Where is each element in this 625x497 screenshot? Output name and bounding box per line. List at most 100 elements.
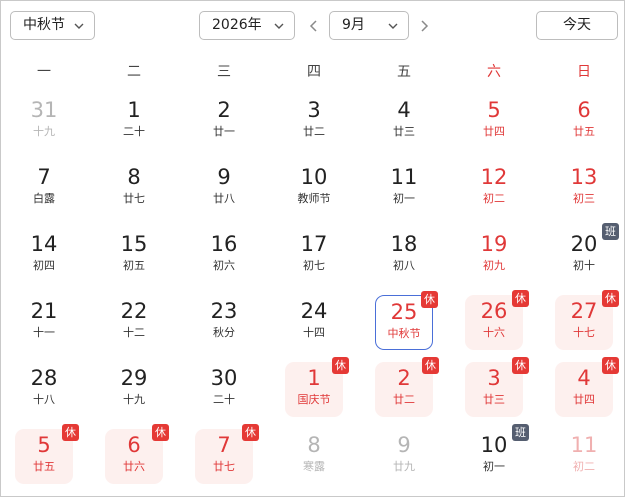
lunar-label: 廿六 <box>123 460 145 473</box>
year-select[interactable]: 2026年 <box>199 11 295 40</box>
lunar-label: 初五 <box>123 259 145 272</box>
date-cell[interactable]: 21 十一 <box>15 295 73 350</box>
date-cell[interactable]: 10 初一班 <box>465 424 529 484</box>
today-button[interactable]: 今天 <box>536 11 618 40</box>
lunar-label: 廿八 <box>213 192 235 205</box>
date-number: 11 <box>570 433 598 457</box>
date-cell[interactable]: 5 廿五休 <box>15 424 79 484</box>
date-number: 15 <box>120 232 148 256</box>
lunar-label: 廿七 <box>123 192 145 205</box>
date-number: 11 <box>390 165 418 189</box>
date-cell[interactable]: 29 十九 <box>105 362 163 417</box>
date-cell[interactable]: 22 十二 <box>105 295 163 350</box>
date-number: 22 <box>120 299 148 323</box>
month-select[interactable]: 9月 <box>329 11 409 40</box>
rest-day-badge: 休 <box>421 291 438 308</box>
lunar-label: 初十 <box>573 259 595 272</box>
rest-day-badge: 休 <box>422 357 439 374</box>
date-number: 13 <box>570 165 598 189</box>
date-cell[interactable]: 2 廿一 <box>195 94 253 149</box>
lunar-label: 初二 <box>483 192 505 205</box>
workday-badge: 班 <box>602 223 619 240</box>
rest-day-badge: 休 <box>602 290 619 307</box>
date-number: 7 <box>37 165 51 189</box>
lunar-label: 十六 <box>483 326 505 339</box>
date-cell[interactable]: 3 廿二 <box>285 94 343 149</box>
date-cell[interactable]: 28 十八 <box>15 362 73 417</box>
date-cell[interactable]: 27 十七休 <box>555 290 619 350</box>
date-cell[interactable]: 18 初八 <box>375 228 433 283</box>
date-cell[interactable]: 11 初二 <box>555 429 613 484</box>
chevron-right-icon <box>421 20 429 32</box>
date-number: 14 <box>30 232 58 256</box>
date-cell[interactable]: 19 初九 <box>465 228 523 283</box>
lunar-label: 廿二 <box>393 393 415 406</box>
date-cell[interactable]: 24 十四 <box>285 295 343 350</box>
date-cell[interactable]: 2 廿二休 <box>375 357 439 417</box>
date-cell[interactable]: 4 廿三 <box>375 94 433 149</box>
date-cell[interactable]: 1 国庆节休 <box>285 357 349 417</box>
lunar-label: 廿九 <box>393 460 415 473</box>
date-number: 16 <box>210 232 238 256</box>
date-cell[interactable]: 9 廿九 <box>375 429 433 484</box>
lunar-label: 二十 <box>123 125 145 138</box>
date-cell[interactable]: 30 二十 <box>195 362 253 417</box>
weekday-header-mon: 一 <box>37 64 51 80</box>
date-cell[interactable]: 7 白露 <box>15 161 73 216</box>
date-number: 17 <box>300 232 328 256</box>
next-month-button[interactable] <box>415 15 433 37</box>
date-cell[interactable]: 6 廿六休 <box>105 424 169 484</box>
date-cell[interactable]: 6 廿五 <box>555 94 613 149</box>
date-cell[interactable]: 4 廿四休 <box>555 357 619 417</box>
lunar-label: 寒露 <box>303 460 325 473</box>
date-cell[interactable]: 8 寒露 <box>285 429 343 484</box>
date-cell[interactable]: 5 廿四 <box>465 94 523 149</box>
rest-day-badge: 休 <box>242 424 259 441</box>
date-cell[interactable]: 1 二十 <box>105 94 163 149</box>
lunar-label: 廿一 <box>213 125 235 138</box>
rest-day-badge: 休 <box>62 424 79 441</box>
date-number: 23 <box>210 299 238 323</box>
date-cell[interactable]: 9 廿八 <box>195 161 253 216</box>
date-cell[interactable]: 7 廿七休 <box>195 424 259 484</box>
date-cell[interactable]: 16 初六 <box>195 228 253 283</box>
date-cell[interactable]: 13 初三 <box>555 161 613 216</box>
date-cell[interactable]: 17 初七 <box>285 228 343 283</box>
rest-day-badge: 休 <box>602 357 619 374</box>
lunar-label: 廿七 <box>213 460 235 473</box>
festival-dropdown[interactable]: 中秋节 <box>10 11 95 40</box>
lunar-label: 廿二 <box>303 125 325 138</box>
date-number: 19 <box>480 232 508 256</box>
date-number: 9 <box>217 165 231 189</box>
date-cell[interactable]: 12 初二 <box>465 161 523 216</box>
date-cell[interactable]: 8 廿七 <box>105 161 163 216</box>
lunar-label: 初四 <box>33 259 55 272</box>
date-cell[interactable]: 14 初四 <box>15 228 73 283</box>
date-number: 5 <box>487 98 501 122</box>
lunar-label: 廿三 <box>393 125 415 138</box>
workday-badge: 班 <box>512 424 529 441</box>
lunar-label: 初六 <box>213 259 235 272</box>
date-number: 1 <box>127 98 141 122</box>
date-cell[interactable]: 31 十九 <box>15 94 73 149</box>
date-cell[interactable]: 11 初一 <box>375 161 433 216</box>
lunar-label: 十八 <box>33 393 55 406</box>
date-cell[interactable]: 25 中秋节休 <box>375 291 438 350</box>
date-cell[interactable]: 15 初五 <box>105 228 163 283</box>
date-cell[interactable]: 10 教师节 <box>285 161 343 216</box>
date-number: 10 <box>300 165 328 189</box>
date-number: 31 <box>30 98 58 122</box>
date-cell[interactable]: 23 秋分 <box>195 295 253 350</box>
lunar-label: 教师节 <box>297 192 331 205</box>
prev-month-button[interactable] <box>305 15 323 37</box>
weekday-header-sun: 日 <box>577 64 591 80</box>
date-number: 30 <box>210 366 238 390</box>
date-number: 24 <box>300 299 328 323</box>
date-number: 6 <box>577 98 591 122</box>
lunar-label: 十四 <box>303 326 325 339</box>
lunar-label: 初二 <box>573 460 595 473</box>
lunar-label: 初一 <box>483 460 505 473</box>
date-cell[interactable]: 20 初十班 <box>555 223 619 283</box>
date-cell[interactable]: 26 十六休 <box>465 290 529 350</box>
date-cell[interactable]: 3 廿三休 <box>465 357 529 417</box>
